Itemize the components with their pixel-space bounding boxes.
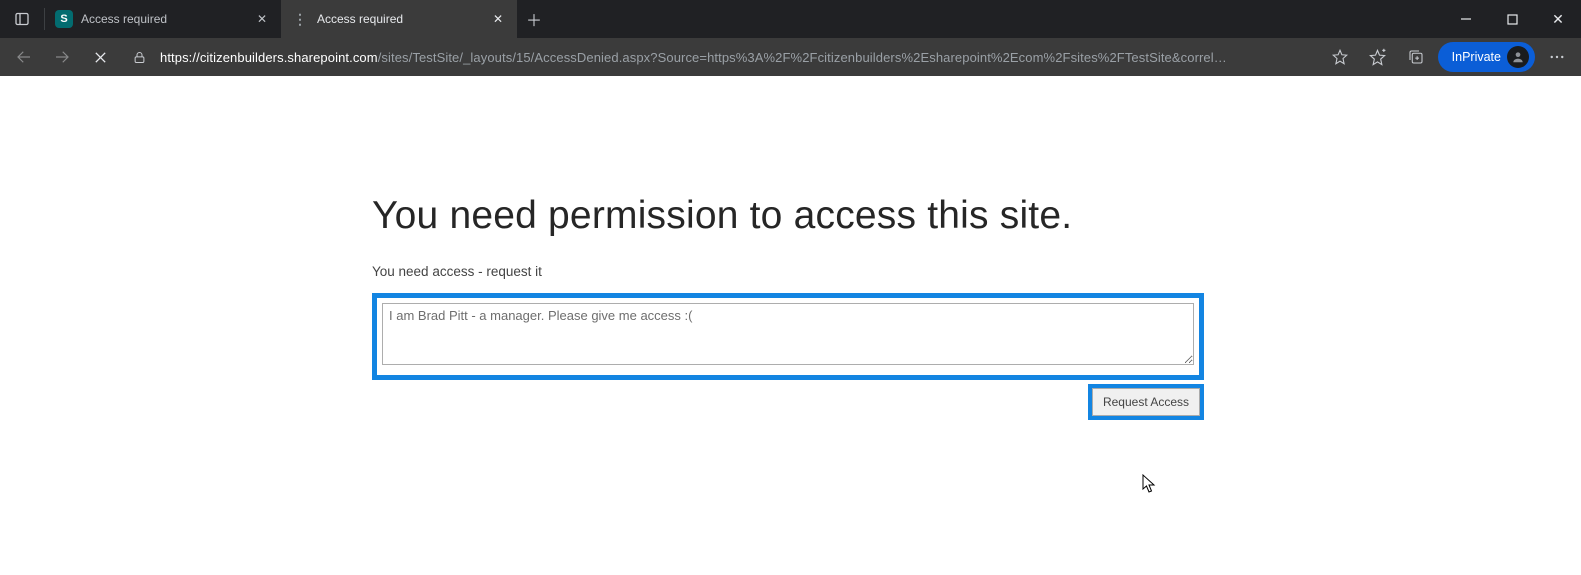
minimize-icon: [1460, 13, 1472, 25]
browser-toolbar: https://citizenbuilders.sharepoint.com/s…: [0, 38, 1581, 76]
loading-favicon: ⋮: [291, 10, 309, 28]
star-badge-icon: [1331, 48, 1349, 66]
arrow-right-icon: [53, 48, 71, 66]
app-menu-button[interactable]: [1541, 41, 1573, 73]
tab-title: Access required: [317, 12, 481, 26]
access-request-message-input[interactable]: I am Brad Pitt - a manager. Please give …: [382, 303, 1194, 365]
browser-tab-1[interactable]: S Access required ✕: [45, 0, 281, 38]
tracking-prevention-button[interactable]: [1324, 41, 1356, 73]
maximize-icon: [1507, 14, 1518, 25]
nav-forward-button[interactable]: [46, 41, 78, 73]
sharepoint-favicon: S: [55, 10, 73, 28]
window-close-button[interactable]: ✕: [1535, 0, 1581, 38]
address-bar[interactable]: https://citizenbuilders.sharepoint.com/s…: [122, 42, 1318, 72]
request-access-button[interactable]: Request Access: [1092, 388, 1200, 416]
maximize-button[interactable]: [1489, 0, 1535, 38]
url-path: /sites/TestSite/_layouts/15/AccessDenied…: [378, 50, 1227, 65]
site-info-button[interactable]: [126, 42, 152, 72]
window-controls: ✕: [1443, 0, 1581, 38]
inprivate-indicator[interactable]: InPrivate: [1438, 42, 1535, 72]
browser-titlebar: S Access required ✕ ⋮ Access required ✕ …: [0, 0, 1581, 38]
page-content: You need permission to access this site.…: [0, 76, 1581, 575]
lock-icon: [132, 50, 147, 65]
tab-title: Access required: [81, 12, 245, 26]
page-heading: You need permission to access this site.: [372, 194, 1204, 238]
page-subheading: You need access - request it: [372, 264, 1204, 279]
stop-reload-button[interactable]: [84, 41, 116, 73]
star-plus-icon: [1368, 48, 1387, 67]
mouse-cursor-icon: [1142, 474, 1158, 494]
url-domain: https://citizenbuilders.sharepoint.com: [160, 50, 378, 65]
inprivate-label: InPrivate: [1452, 50, 1501, 64]
titlebar-left: S Access required ✕ ⋮ Access required ✕ …: [0, 0, 551, 38]
collections-button[interactable]: [1400, 41, 1432, 73]
minimize-button[interactable]: [1443, 0, 1489, 38]
close-icon: [93, 50, 108, 65]
tab-actions-button[interactable]: [0, 11, 44, 27]
button-highlight: Request Access: [1088, 384, 1204, 420]
new-tab-button[interactable]: ＋: [517, 7, 551, 31]
collections-icon: [1407, 48, 1425, 66]
browser-tab-2-active[interactable]: ⋮ Access required ✕: [281, 0, 517, 38]
textarea-highlight: I am Brad Pitt - a manager. Please give …: [372, 293, 1204, 380]
favorites-button[interactable]: [1362, 41, 1394, 73]
more-horizontal-icon: [1548, 48, 1566, 66]
person-icon: [1511, 50, 1525, 64]
arrow-left-icon: [15, 48, 33, 66]
profile-avatar[interactable]: [1507, 46, 1529, 68]
tab-close-button[interactable]: ✕: [489, 12, 507, 26]
url-text: https://citizenbuilders.sharepoint.com/s…: [160, 50, 1227, 65]
tab-close-button[interactable]: ✕: [253, 12, 271, 26]
nav-back-button[interactable]: [8, 41, 40, 73]
tab-actions-icon: [14, 11, 30, 27]
